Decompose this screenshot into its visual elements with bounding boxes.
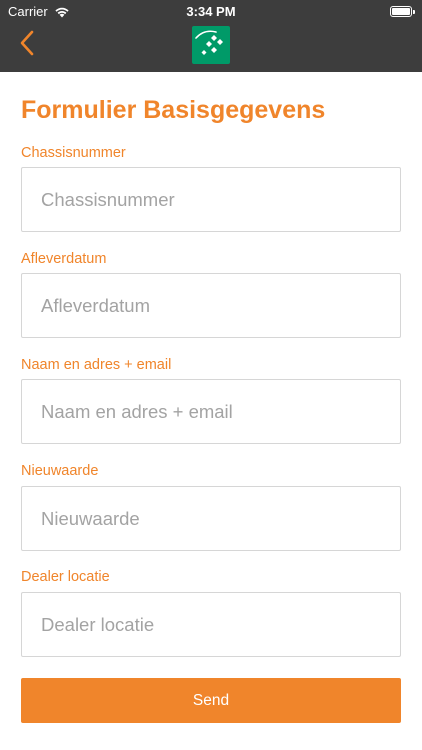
dealer-locatie-label: Dealer locatie bbox=[21, 569, 110, 585]
battery-icon bbox=[390, 6, 415, 17]
dealer-locatie-input[interactable] bbox=[21, 592, 401, 657]
nieuwaarde-input[interactable] bbox=[21, 486, 401, 551]
bnp-paribas-stars-logo bbox=[192, 26, 230, 64]
status-bar: Carrier 3:34 PM bbox=[0, 0, 422, 22]
status-time: 3:34 PM bbox=[186, 4, 236, 19]
battery-level bbox=[392, 8, 410, 15]
send-button[interactable]: Send bbox=[21, 678, 401, 723]
naam-adres-email-input[interactable] bbox=[21, 379, 401, 444]
afleverdatum-label: Afleverdatum bbox=[21, 251, 107, 267]
back-button[interactable] bbox=[12, 28, 42, 58]
naam-adres-email-label: Naam en adres + email bbox=[21, 357, 172, 373]
page-title: Formulier Basisgegevens bbox=[21, 96, 326, 124]
chassisnummer-label: Chassisnummer bbox=[21, 145, 126, 161]
navigation-bar: Carrier 3:34 PM bbox=[0, 0, 422, 72]
nieuwaarde-label: Nieuwaarde bbox=[21, 463, 99, 479]
chassisnummer-input[interactable] bbox=[21, 167, 401, 232]
chevron-left-icon bbox=[20, 30, 34, 56]
battery-tip bbox=[413, 10, 415, 14]
afleverdatum-input[interactable] bbox=[21, 273, 401, 338]
